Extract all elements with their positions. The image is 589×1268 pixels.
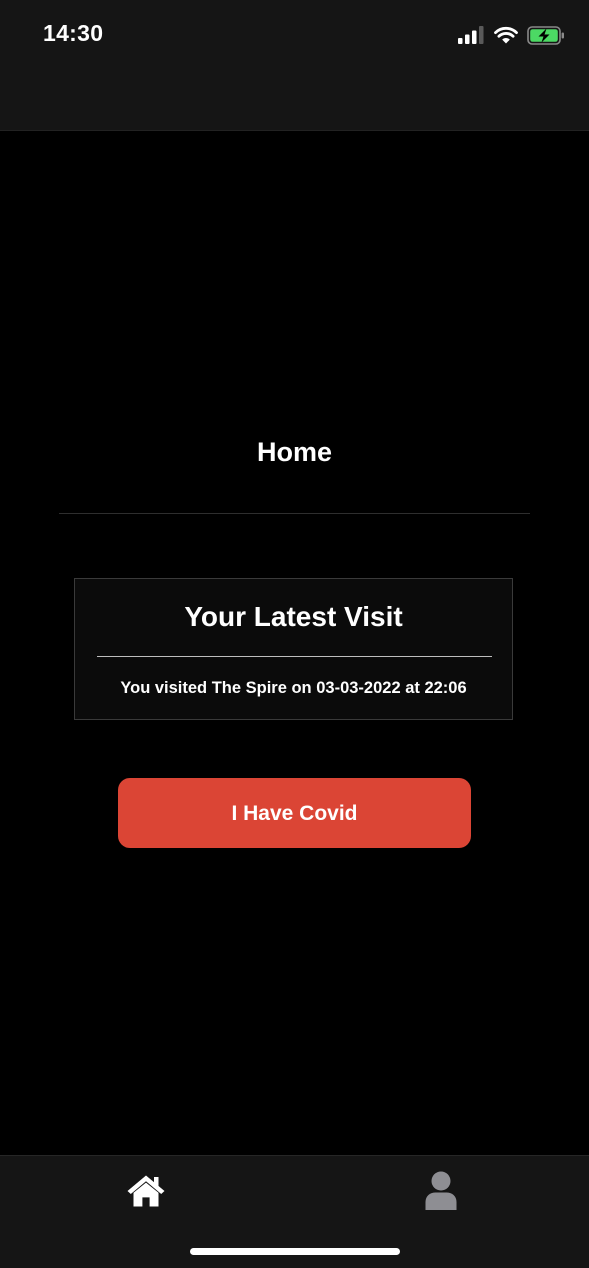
- page-title: Home: [256, 437, 332, 467]
- latest-visit-divider: [97, 656, 492, 657]
- home-indicator: [190, 1248, 400, 1255]
- battery-charging-icon: [527, 25, 565, 45]
- wifi-icon: [494, 26, 518, 44]
- title-divider: [59, 513, 530, 514]
- latest-visit-title: Your Latest Visit: [184, 601, 403, 632]
- tab-home[interactable]: [116, 1166, 176, 1216]
- cellular-signal-icon: [458, 26, 485, 44]
- tab-profile[interactable]: [411, 1166, 471, 1216]
- latest-visit-text: You visited The Spire on 03-03-2022 at 2…: [120, 679, 467, 697]
- status-time: 14:30: [43, 20, 104, 46]
- latest-visit-card: Your Latest Visit You visited The Spire …: [74, 578, 513, 720]
- status-icons: [458, 24, 565, 46]
- home-icon: [126, 1174, 166, 1208]
- status-bar: 14:30: [0, 0, 589, 131]
- i-have-covid-button[interactable]: I Have Covid: [118, 778, 471, 848]
- user-icon: [424, 1171, 458, 1211]
